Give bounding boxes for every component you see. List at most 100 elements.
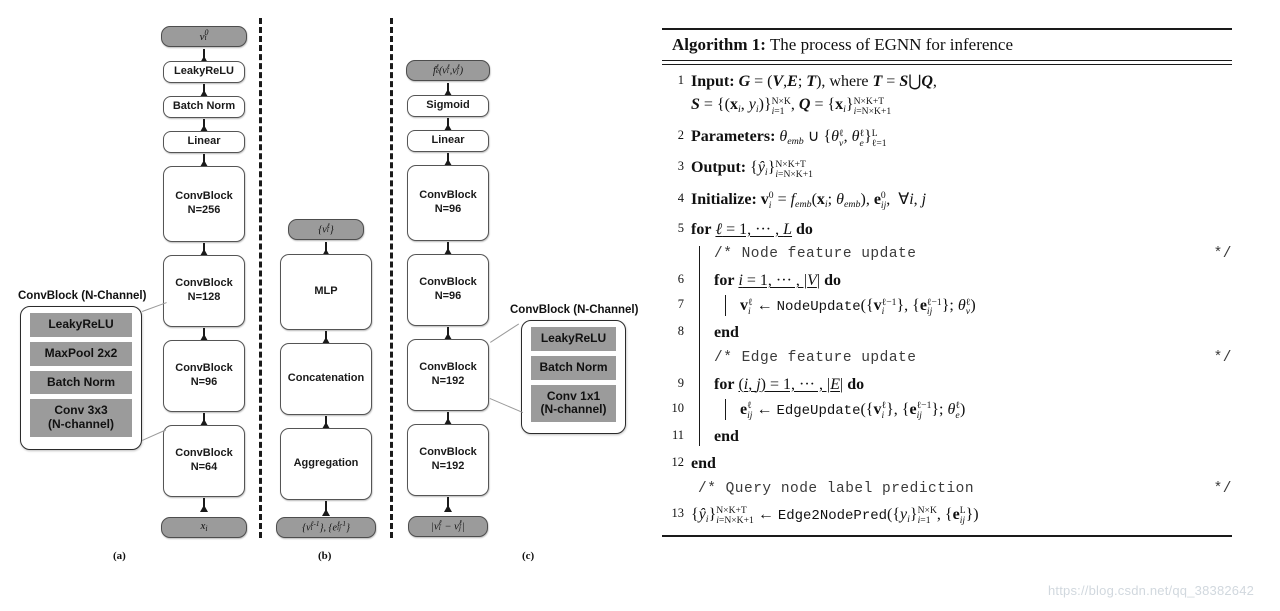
comment-close: */ xyxy=(1213,349,1232,366)
panel-a-node-linear: Linear xyxy=(163,131,245,153)
convblock-n: N=96 xyxy=(434,290,462,302)
callout-row-batchnorm: Batch Norm xyxy=(531,355,616,380)
line-number: 2 xyxy=(677,128,684,143)
panel-c-callout-title: ConvBlock (N-Channel) xyxy=(510,304,639,316)
line-number: 7 xyxy=(677,297,684,312)
line-content: Input: G = (V,E; T), where T = S⋃Q, xyxy=(691,73,937,90)
panel-a-convblock-96: ConvBlock N=96 xyxy=(163,340,245,412)
panel-a-caption: (a) xyxy=(113,550,126,562)
line-number: 11 xyxy=(671,428,684,443)
convblock-label: ConvBlock xyxy=(175,362,233,375)
panel-b-node-mlp: MLP xyxy=(280,254,372,330)
algorithm-line-12: 12 end xyxy=(662,452,1232,475)
callout-row-leakyrelu: LeakyReLU xyxy=(531,327,616,351)
algorithm-line-1-cont: S = {(xi, yi)} N×K i=1, Q = {xi} N×K+T i=N×K… xyxy=(662,93,1232,117)
panel-b-output-box: {vℓ i} xyxy=(288,219,364,240)
line-content: Initialize: v0i = femb(xi; θemb), e 0 ij, … xyxy=(691,190,927,211)
algorithm-block: Algorithm 1: The process of EGNN for inf… xyxy=(662,28,1232,537)
line-number: 3 xyxy=(677,159,684,174)
algorithm-comment-edge-update: /* Edge feature update */ xyxy=(662,348,1232,369)
line-content: for ℓ = 1, ··· , L do xyxy=(691,220,813,238)
convblock-n: N=128 xyxy=(187,291,221,303)
panel-a-node-batchnorm: Batch Norm xyxy=(163,96,245,118)
panel-a-callout-title: ConvBlock (N-Channel) xyxy=(18,290,147,302)
convblock-label: ConvBlock xyxy=(419,446,477,459)
callout-row-batchnorm: Batch Norm xyxy=(30,370,132,395)
panel-a-output-box: v0 i xyxy=(161,26,247,47)
line-number: 4 xyxy=(677,190,684,205)
algorithm-line-6: 6 for i = 1, ··· , |V| do xyxy=(662,269,1232,292)
convblock-label: ConvBlock xyxy=(419,189,477,202)
line-content: /* Query node label prediction */ xyxy=(684,479,1232,500)
line-number xyxy=(662,244,684,247)
panel-divider-b-c xyxy=(390,18,393,538)
line-number: 8 xyxy=(677,324,684,339)
line-content: S = {(xi, yi)} N×K i=1, Q = {xi} N×K+T i=N×K… xyxy=(691,95,892,117)
line-content: e ℓ ij ← EdgeUpdate({v ℓ i}, {e ℓ−1 ij}; θ ℓ e) xyxy=(740,400,966,422)
panel-c-output-box: fℓ e(vℓ i,vℓ j) xyxy=(406,60,490,81)
panel-a-convblock-256: ConvBlock N=256 xyxy=(163,166,245,242)
convblock-label: ConvBlock xyxy=(419,276,477,289)
line-number: 9 xyxy=(677,375,684,390)
line-content: Output: {ŷi} N×K+T i=N×K+1 xyxy=(691,159,813,180)
comment-close: */ xyxy=(1213,245,1232,262)
callout-row-conv1x1: Conv 1x1 (N-channel) xyxy=(531,384,616,423)
convblock-n: N=256 xyxy=(187,204,221,216)
comment-text: /* Query node label prediction xyxy=(698,480,975,497)
line-number: 1 xyxy=(677,73,684,87)
panel-c-leader-bottom xyxy=(489,398,524,413)
panel-a-callout: LeakyReLU MaxPool 2x2 Batch Norm Conv 3x… xyxy=(20,306,142,450)
panel-a-convblock-128: ConvBlock N=128 xyxy=(163,255,245,327)
algorithm-line-7: 7 vℓi ← NodeUpdate({v ℓ−1 i}, {e ℓ−1 ij}; θℓ… xyxy=(662,294,1232,317)
algorithm-title: The process of EGNN for inference xyxy=(769,35,1014,54)
callout-row-maxpool: MaxPool 2x2 xyxy=(30,341,132,366)
algorithm-line-10: 10 e ℓ ij ← EdgeUpdate({v ℓ i}, {e ℓ−1 ij}; θℓ… xyxy=(662,398,1232,421)
line-content: for (i, j) = 1, ··· , |E| do xyxy=(714,375,865,393)
line-content: for i = 1, ··· , |V| do xyxy=(714,271,841,289)
algorithm-line-13: 13 {ŷi} N×K+T i=N×K+1 ← Edge2NodePred({yi}… xyxy=(662,503,1232,527)
algorithm-line-1: 1 Input: G = (V,E; T), where T = S⋃Q, xyxy=(662,70,1232,93)
convblock-label: ConvBlock xyxy=(175,447,233,460)
convblock-n: N=96 xyxy=(434,203,462,215)
algorithm-loop-outer: /* Node feature update */ 6 for i = 1, ·… xyxy=(662,244,1232,448)
panel-c-node-linear: Linear xyxy=(407,130,489,152)
algorithm-comment-node-update: /* Node feature update */ xyxy=(662,244,1232,265)
panel-a-convblock-64: ConvBlock N=64 xyxy=(163,425,245,497)
algorithm-line-3: 3 Output: {ŷi} N×K+T i=N×K+1 xyxy=(662,156,1232,180)
algorithm-comment-query-prediction: /* Query node label prediction */ xyxy=(662,479,1232,500)
panel-c-leader-top xyxy=(490,323,520,343)
algorithm-number: Algorithm 1: xyxy=(672,35,766,54)
line-content: /* Node feature update */ xyxy=(684,244,1232,265)
panel-b-node-aggregation: Aggregation xyxy=(280,428,372,500)
comment-text: /* Edge feature update xyxy=(714,349,917,366)
panel-c-convblock-192-a: ConvBlock N=192 xyxy=(407,339,489,411)
line-number: 13 xyxy=(671,505,685,520)
algorithm-loop-inner-edge: 10 e ℓ ij ← EdgeUpdate({v ℓ i}, {e ℓ−1 ij}; θℓ… xyxy=(662,398,1232,421)
network-architecture-diagram: v0 i LeakyReLU Batch Norm Linear ConvBloc… xyxy=(0,0,660,611)
panel-b-input-box: {vℓ-1 i}, {eℓ-1 ij} xyxy=(276,517,376,538)
panel-c-convblock-96-a: ConvBlock N=96 xyxy=(407,165,489,241)
line-content: end xyxy=(714,428,739,446)
line-content: end xyxy=(714,324,739,342)
convblock-label: ConvBlock xyxy=(419,361,477,374)
line-number xyxy=(662,479,684,482)
convblock-label: ConvBlock xyxy=(175,277,233,290)
algorithm-lines: 1 Input: G = (V,E; T), where T = S⋃Q, S … xyxy=(662,65,1232,531)
convblock-n: N=192 xyxy=(431,375,465,387)
convblock-label: ConvBlock xyxy=(175,190,233,203)
algorithm-loop-inner-node: 7 vℓi ← NodeUpdate({v ℓ−1 i}, {e ℓ−1 ij}; θℓ… xyxy=(662,294,1232,317)
panel-a-input-box: xi xyxy=(161,517,247,538)
panel-b-node-concatenation: Concatenation xyxy=(280,343,372,415)
algorithm-line-9: 9 for (i, j) = 1, ··· , |E| do xyxy=(662,373,1232,396)
panel-c-caption: (c) xyxy=(522,550,535,562)
algorithm-line-8: 8 end xyxy=(662,321,1232,344)
line-content: {ŷi} N×K+T i=N×K+1 ← Edge2NodePred({yi} N×K… xyxy=(691,505,979,526)
convblock-n: N=64 xyxy=(190,461,218,473)
panel-c-convblock-96-b: ConvBlock N=96 xyxy=(407,254,489,326)
panel-c-input-box: |vℓ i − vℓ j| xyxy=(408,516,488,537)
panel-c-node-sigmoid: Sigmoid xyxy=(407,95,489,117)
line-content: Parameters: θemb ∪ {θ ℓ v, θ ℓ e} Lℓ=1 xyxy=(691,127,887,149)
panel-b-caption: (b) xyxy=(318,550,332,562)
algorithm-line-4: 4 Initialize: v0i = femb(xi; θemb), e 0 ij… xyxy=(662,188,1232,212)
panel-divider-a-b xyxy=(259,18,262,538)
